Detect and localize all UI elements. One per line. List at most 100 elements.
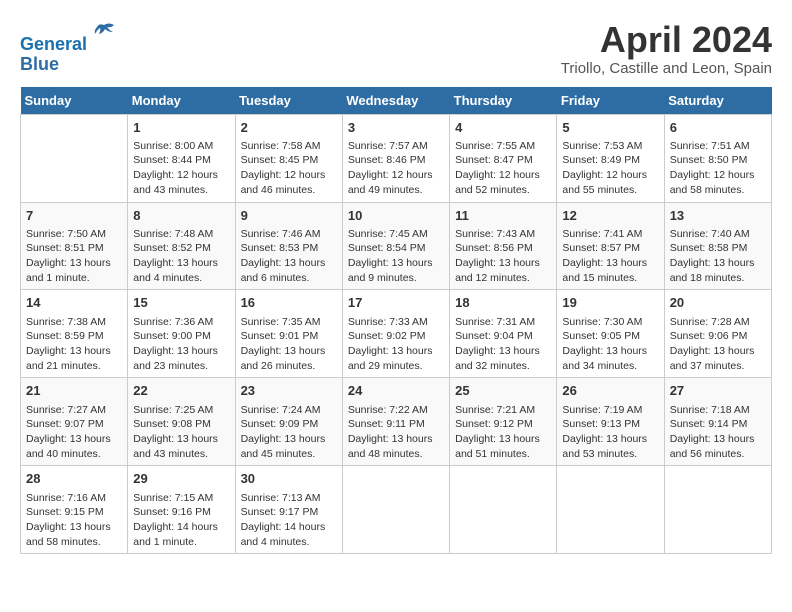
calendar-cell: 2Sunrise: 7:58 AM Sunset: 8:45 PM Daylig… xyxy=(235,114,342,202)
day-number: 4 xyxy=(455,119,551,137)
calendar-cell: 4 Sunrise: 7:55 AM Sunset: 8:47 PM Daylig… xyxy=(450,114,557,202)
day-info: Sunrise: 7:31 AM Sunset: 9:04 PM Dayligh… xyxy=(455,315,551,374)
day-number: 12 xyxy=(562,207,658,225)
day-number: 17 xyxy=(348,294,444,312)
day-number: 6 xyxy=(670,119,766,137)
day-number: 11 xyxy=(455,207,551,225)
subtitle: Triollo, Castille and Leon, Spain xyxy=(561,60,772,77)
calendar-cell: 29 Sunrise: 7:15 AM Sunset: 9:16 PM Dayli… xyxy=(128,466,235,554)
day-info: Sunrise: 7:18 AM Sunset: 9:14 PM Dayligh… xyxy=(670,403,766,462)
day-info: Sunrise: 7:51 AM Sunset: 8:50 PM Dayligh… xyxy=(670,139,766,198)
logo-text: General Blue xyxy=(20,20,119,75)
calendar-cell: 26Sunrise: 7:19 AM Sunset: 9:13 PM Dayli… xyxy=(557,378,664,466)
calendar-cell xyxy=(664,466,771,554)
calendar-cell: 19Sunrise: 7:30 AM Sunset: 9:05 PM Dayli… xyxy=(557,290,664,378)
day-info: Sunrise: 7:55 AM Sunset: 8:47 PM Dayligh… xyxy=(455,139,551,198)
day-info: Sunrise: 7:50 AM Sunset: 8:51 PM Dayligh… xyxy=(26,227,122,286)
day-info: Sunrise: 7:46 AM Sunset: 8:53 PM Dayligh… xyxy=(241,227,337,286)
day-info: Sunrise: 7:36 AM Sunset: 9:00 PM Dayligh… xyxy=(133,315,229,374)
calendar-cell: 11Sunrise: 7:43 AM Sunset: 8:56 PM Dayli… xyxy=(450,202,557,290)
calendar-cell: 20Sunrise: 7:28 AM Sunset: 9:06 PM Dayli… xyxy=(664,290,771,378)
day-number: 8 xyxy=(133,207,229,225)
day-info: Sunrise: 7:15 AM Sunset: 9:16 PM Dayligh… xyxy=(133,491,229,550)
calendar-cell: 10Sunrise: 7:45 AM Sunset: 8:54 PM Dayli… xyxy=(342,202,449,290)
title-block: April 2024 Triollo, Castille and Leon, S… xyxy=(561,20,772,77)
day-info: Sunrise: 7:16 AM Sunset: 9:15 PM Dayligh… xyxy=(26,491,122,550)
day-number: 21 xyxy=(26,382,122,400)
calendar-cell: 6 Sunrise: 7:51 AM Sunset: 8:50 PM Daylig… xyxy=(664,114,771,202)
calendar-cell: 14 Sunrise: 7:38 AM Sunset: 8:59 PM Dayli… xyxy=(21,290,128,378)
day-header-wednesday: Wednesday xyxy=(342,87,449,115)
day-header-friday: Friday xyxy=(557,87,664,115)
day-info: Sunrise: 7:41 AM Sunset: 8:57 PM Dayligh… xyxy=(562,227,658,286)
week-row-3: 21Sunrise: 7:27 AM Sunset: 9:07 PM Dayli… xyxy=(21,378,772,466)
calendar-cell: 21Sunrise: 7:27 AM Sunset: 9:07 PM Dayli… xyxy=(21,378,128,466)
logo: General Blue xyxy=(20,20,119,75)
day-header-monday: Monday xyxy=(128,87,235,115)
day-number: 10 xyxy=(348,207,444,225)
day-header-sunday: Sunday xyxy=(21,87,128,115)
logo-general: General xyxy=(20,34,87,54)
day-info: Sunrise: 7:38 AM Sunset: 8:59 PM Dayligh… xyxy=(26,315,122,374)
calendar-cell: 1Sunrise: 8:00 AM Sunset: 8:44 PM Daylig… xyxy=(128,114,235,202)
day-number: 15 xyxy=(133,294,229,312)
calendar-cell: 8 Sunrise: 7:48 AM Sunset: 8:52 PM Daylig… xyxy=(128,202,235,290)
day-number: 16 xyxy=(241,294,337,312)
month-title: April 2024 xyxy=(561,20,772,60)
calendar-cell: 24Sunrise: 7:22 AM Sunset: 9:11 PM Dayli… xyxy=(342,378,449,466)
day-number: 19 xyxy=(562,294,658,312)
calendar-cell: 30Sunrise: 7:13 AM Sunset: 9:17 PM Dayli… xyxy=(235,466,342,554)
day-number: 2 xyxy=(241,119,337,137)
day-info: Sunrise: 8:00 AM Sunset: 8:44 PM Dayligh… xyxy=(133,139,229,198)
calendar-cell: 3 Sunrise: 7:57 AM Sunset: 8:46 PM Daylig… xyxy=(342,114,449,202)
calendar-cell: 12 Sunrise: 7:41 AM Sunset: 8:57 PM Dayli… xyxy=(557,202,664,290)
day-number: 18 xyxy=(455,294,551,312)
calendar-cell: 22Sunrise: 7:25 AM Sunset: 9:08 PM Dayli… xyxy=(128,378,235,466)
day-info: Sunrise: 7:57 AM Sunset: 8:46 PM Dayligh… xyxy=(348,139,444,198)
page-header: General Blue April 2024 Triollo, Castill… xyxy=(20,20,772,77)
calendar-cell: 7 Sunrise: 7:50 AM Sunset: 8:51 PM Daylig… xyxy=(21,202,128,290)
day-info: Sunrise: 7:22 AM Sunset: 9:11 PM Dayligh… xyxy=(348,403,444,462)
calendar-cell: 13 Sunrise: 7:40 AM Sunset: 8:58 PM Dayli… xyxy=(664,202,771,290)
day-number: 29 xyxy=(133,470,229,488)
day-number: 7 xyxy=(26,207,122,225)
calendar-cell: 15 Sunrise: 7:36 AM Sunset: 9:00 PM Dayli… xyxy=(128,290,235,378)
calendar-cell xyxy=(450,466,557,554)
calendar-cell: 25 Sunrise: 7:21 AM Sunset: 9:12 PM Dayli… xyxy=(450,378,557,466)
day-number: 3 xyxy=(348,119,444,137)
day-number: 9 xyxy=(241,207,337,225)
day-number: 27 xyxy=(670,382,766,400)
calendar-cell: 16Sunrise: 7:35 AM Sunset: 9:01 PM Dayli… xyxy=(235,290,342,378)
calendar-cell xyxy=(557,466,664,554)
day-info: Sunrise: 7:25 AM Sunset: 9:08 PM Dayligh… xyxy=(133,403,229,462)
day-number: 5 xyxy=(562,119,658,137)
day-info: Sunrise: 7:24 AM Sunset: 9:09 PM Dayligh… xyxy=(241,403,337,462)
logo-blue: Blue xyxy=(20,54,59,74)
logo-bird-icon xyxy=(89,20,119,50)
week-row-4: 28 Sunrise: 7:16 AM Sunset: 9:15 PM Dayli… xyxy=(21,466,772,554)
calendar-body: 1Sunrise: 8:00 AM Sunset: 8:44 PM Daylig… xyxy=(21,114,772,554)
day-info: Sunrise: 7:21 AM Sunset: 9:12 PM Dayligh… xyxy=(455,403,551,462)
calendar-cell: 28 Sunrise: 7:16 AM Sunset: 9:15 PM Dayli… xyxy=(21,466,128,554)
calendar-cell xyxy=(21,114,128,202)
day-header-tuesday: Tuesday xyxy=(235,87,342,115)
calendar-cell: 9 Sunrise: 7:46 AM Sunset: 8:53 PM Daylig… xyxy=(235,202,342,290)
day-info: Sunrise: 7:28 AM Sunset: 9:06 PM Dayligh… xyxy=(670,315,766,374)
calendar-cell xyxy=(342,466,449,554)
day-info: Sunrise: 7:19 AM Sunset: 9:13 PM Dayligh… xyxy=(562,403,658,462)
day-number: 28 xyxy=(26,470,122,488)
day-number: 14 xyxy=(26,294,122,312)
day-info: Sunrise: 7:13 AM Sunset: 9:17 PM Dayligh… xyxy=(241,491,337,550)
day-number: 25 xyxy=(455,382,551,400)
day-header-saturday: Saturday xyxy=(664,87,771,115)
day-info: Sunrise: 7:40 AM Sunset: 8:58 PM Dayligh… xyxy=(670,227,766,286)
week-row-2: 14 Sunrise: 7:38 AM Sunset: 8:59 PM Dayli… xyxy=(21,290,772,378)
day-number: 23 xyxy=(241,382,337,400)
week-row-0: 1Sunrise: 8:00 AM Sunset: 8:44 PM Daylig… xyxy=(21,114,772,202)
day-number: 13 xyxy=(670,207,766,225)
calendar-cell: 23 Sunrise: 7:24 AM Sunset: 9:09 PM Dayli… xyxy=(235,378,342,466)
calendar-cell: 17Sunrise: 7:33 AM Sunset: 9:02 PM Dayli… xyxy=(342,290,449,378)
calendar-cell: 5 Sunrise: 7:53 AM Sunset: 8:49 PM Daylig… xyxy=(557,114,664,202)
day-info: Sunrise: 7:53 AM Sunset: 8:49 PM Dayligh… xyxy=(562,139,658,198)
day-info: Sunrise: 7:48 AM Sunset: 8:52 PM Dayligh… xyxy=(133,227,229,286)
